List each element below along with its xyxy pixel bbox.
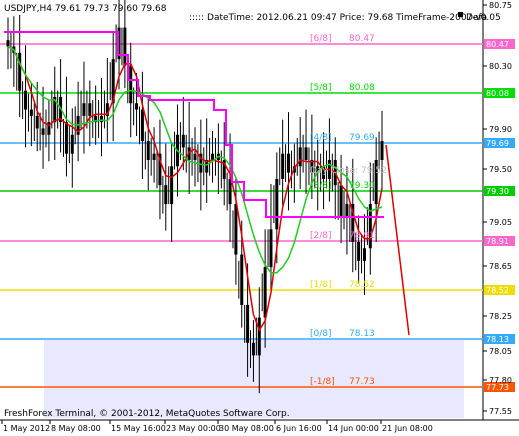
candle-body: [345, 204, 349, 217]
level-value: 79.69: [349, 133, 375, 143]
price-tag-text: 79.30: [486, 187, 509, 196]
time-axis-label: 30 May 08:00: [219, 424, 274, 433]
price-axis-label: 78.65: [489, 262, 512, 271]
price-tag-text: 80.47: [486, 40, 509, 49]
candle-body: [64, 122, 68, 154]
price-axis-label: 77.80: [489, 376, 512, 385]
candle-body: [380, 141, 384, 160]
candle-body: [29, 109, 33, 116]
candle-body: [234, 204, 238, 255]
candle-body: [246, 304, 250, 343]
candle-body: [211, 153, 215, 160]
level-label: [6/8]: [310, 34, 332, 44]
datetime-info: ::::: DateTime: 2012.06.21 09:47 Price: …: [189, 13, 501, 23]
level-label: [-1/8]: [310, 377, 335, 387]
level-label: [2/8]: [310, 231, 332, 241]
level-value: 79.30: [349, 181, 375, 191]
level-label: [1/8]: [310, 280, 332, 290]
level-value: 80.08: [349, 83, 375, 93]
candle-body: [6, 40, 10, 47]
day-close-text: Day Close: 79.52: [310, 166, 387, 176]
price-axis-label: 79.05: [489, 218, 512, 227]
candle-body: [41, 128, 45, 135]
price-tag-text: 78.52: [486, 286, 509, 295]
price-tag-text: 80.08: [486, 89, 509, 98]
candle-body: [82, 103, 86, 116]
price-axis-label: 77.55: [489, 407, 512, 416]
candle-body: [193, 153, 197, 160]
default-bullet-icon: [458, 12, 463, 17]
price-axis-label: 80.30: [489, 62, 512, 71]
price-axis-label: 79.50: [489, 165, 512, 174]
candle-body: [70, 134, 74, 154]
price-axis: 80.4780.0879.6979.3078.9178.5278.1377.73…: [483, 1, 515, 416]
time-axis-label: 23 May 00:00: [166, 424, 221, 433]
time-axis-label: 21 Jun 08:00: [382, 424, 433, 433]
price-chart[interactable]: [6/8] 80.47 [5/8] 80.08 [4/8] 79.69 [3/8] 79.30…: [0, 0, 519, 436]
time-axis-label: 1 May 2012: [3, 424, 50, 433]
level-value: 77.73: [349, 377, 375, 387]
level-label: [4/8]: [310, 133, 332, 143]
price-axis-label: 78.25: [489, 312, 512, 321]
candle-body: [240, 254, 244, 305]
candle-body: [263, 267, 267, 318]
candle-body: [164, 185, 168, 205]
candle-body: [257, 317, 261, 356]
level-value: 80.47: [349, 34, 375, 44]
candle-body: [135, 103, 139, 110]
candle-body: [152, 153, 156, 160]
symbol-info: USDJPY,H4 79.61 79.73 79.60 79.68: [4, 4, 167, 14]
candle-body: [275, 178, 279, 230]
candle-body: [123, 27, 127, 66]
candle-body: [18, 52, 22, 91]
candle-body: [170, 166, 174, 205]
candle-body: [298, 147, 302, 167]
level-value: 78.13: [349, 329, 375, 339]
level-label: [5/8]: [310, 83, 332, 93]
time-axis-label: 6 Jun 16:00: [276, 424, 322, 433]
level-value: 78.91: [349, 231, 375, 241]
time-axis-label: 8 May 08:00: [51, 424, 101, 433]
copyright-text: FreshForex Terminal, © 2001-2012, MetaQu…: [4, 409, 290, 419]
price-axis-label: 78.05: [489, 347, 512, 356]
price-axis-label: 80.75: [489, 1, 512, 10]
candle-body: [357, 241, 361, 261]
time-axis: 1 May 2012 8 May 08:00 15 May 16:00 23 May …: [1, 420, 433, 433]
candle-body: [339, 185, 343, 217]
price-tag-text: 79.69: [486, 139, 509, 148]
candle-body: [88, 103, 92, 116]
level-value: 78.52: [349, 280, 375, 290]
candle-body: [181, 134, 185, 148]
candle-body: [24, 90, 28, 110]
price-axis-label: 79.90: [489, 125, 512, 134]
level-label: [3/8]: [310, 181, 332, 191]
candle-body: [281, 153, 285, 179]
level-label: [0/8]: [310, 329, 332, 339]
candle-body: [269, 229, 273, 268]
candle-body: [146, 141, 150, 160]
candle-body: [362, 248, 366, 261]
price-tag-text: 78.91: [486, 237, 509, 246]
candle-body: [129, 65, 133, 104]
time-axis-label: 14 Jun 00:00: [328, 424, 379, 433]
price-tag-text: 78.13: [486, 335, 509, 344]
default-label: Defa: [466, 13, 487, 23]
candle-body: [251, 342, 255, 356]
candle-body: [100, 115, 103, 123]
candle-body: [304, 147, 308, 160]
candle-body: [35, 115, 39, 129]
candle-body: [287, 153, 290, 173]
candle-body: [140, 109, 144, 142]
time-axis-label: 15 May 16:00: [111, 424, 166, 433]
chart-window[interactable]: [6/8] 80.47 [5/8] 80.08 [4/8] 79.69 [3/8] 79.30…: [0, 0, 519, 436]
